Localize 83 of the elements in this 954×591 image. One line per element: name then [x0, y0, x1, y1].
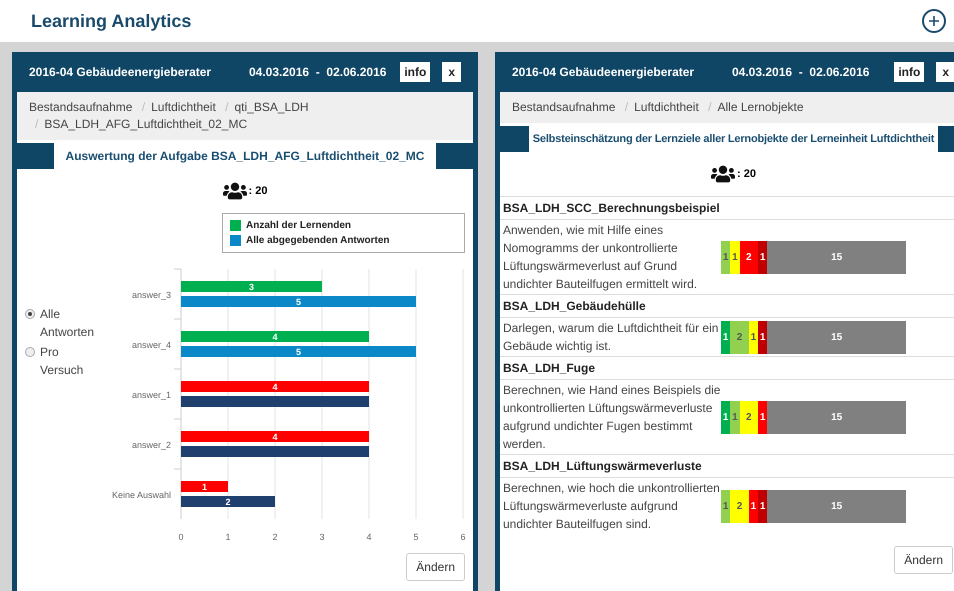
- rating-segment: 15: [767, 400, 906, 434]
- close-button[interactable]: x: [936, 62, 954, 82]
- breadcrumb-link[interactable]: Bestandsaufnahme: [512, 100, 616, 114]
- objective-title: BSA_LDH_SCC_Berechnungsbeispiel: [500, 196, 954, 220]
- info-button[interactable]: info: [400, 62, 430, 82]
- section-title: Selbsteinschätzung der Lernziele aller Lernobjekte der Lerneinheit Luftdichtheit: [528, 126, 938, 152]
- breadcrumb-link[interactable]: Alle Lernobjekte: [718, 100, 804, 114]
- x-tick-label: 4: [366, 532, 372, 542]
- close-button[interactable]: x: [442, 62, 461, 82]
- objective-description: Berechnen, wie Hand eines Beispiels die unkontrollierten Lüftungswärmeverluste aufgrund undichter Fugen bestimmt werden.: [503, 382, 721, 453]
- bar-value: 4: [272, 382, 278, 392]
- radio-option[interactable]: Alle Antworten: [25, 305, 95, 341]
- rating-segment: 15: [767, 320, 906, 354]
- x-tick-label: 6: [460, 532, 466, 542]
- breadcrumb-separator: /: [142, 100, 146, 114]
- radio-option[interactable]: Pro Versuch: [25, 343, 95, 379]
- rating-segment: 2: [740, 400, 758, 434]
- date-range: 04.03.2016 - 02.06.2016: [249, 64, 386, 81]
- bar-value: 1: [202, 482, 207, 492]
- x-tick-label: 0: [178, 532, 184, 542]
- users-icon: [222, 181, 247, 201]
- rating-segment: 15: [767, 240, 906, 274]
- category-label: answer_4: [132, 340, 171, 350]
- bar-value: 5: [296, 347, 301, 357]
- rating-segment: 1: [721, 490, 730, 522]
- rating-segment: 2: [730, 490, 749, 522]
- rating-segment: 1: [730, 400, 740, 434]
- x-tick-label: 1: [226, 532, 230, 542]
- rating-segment: 15: [767, 490, 906, 522]
- participant-count: : 20: [248, 184, 268, 199]
- bar-value: 2: [226, 497, 230, 507]
- change-button[interactable]: Ändern: [894, 546, 953, 574]
- date-range: 04.03.2016 - 02.06.2016: [732, 64, 870, 81]
- breadcrumb-link[interactable]: BSA_LDH_AFG_Luftdichtheit_02_MC: [44, 117, 248, 131]
- plus-icon: [929, 16, 939, 26]
- category-label: answer_2: [132, 440, 171, 450]
- breadcrumb-link[interactable]: Luftdichtheit: [151, 100, 216, 114]
- bar-value: 3: [249, 282, 254, 292]
- breadcrumb-separator: /: [708, 100, 712, 114]
- add-button[interactable]: [922, 9, 946, 33]
- rating-segment: 1: [730, 240, 740, 274]
- breadcrumb-separator: /: [35, 117, 38, 131]
- rating-segment: 2: [740, 240, 758, 274]
- rating-segment: 1: [758, 400, 768, 434]
- category-label: answer_1: [132, 390, 171, 400]
- info-button[interactable]: info: [894, 62, 924, 82]
- objective-title: BSA_LDH_Gebäudehülle: [500, 294, 954, 318]
- rating-segment: 1: [721, 320, 730, 354]
- rating-segment: 2: [730, 320, 749, 354]
- participant-count: : 20: [737, 166, 756, 182]
- x-tick-label: 3: [320, 532, 324, 542]
- objective-title: BSA_LDH_Lüftungswärmeverluste: [500, 454, 954, 478]
- rating-segment: 1: [758, 490, 768, 522]
- rating-segment: 1: [721, 240, 730, 274]
- page-title: Learning Analytics: [31, 10, 192, 33]
- breadcrumb-link[interactable]: qti_BSA_LDH: [234, 100, 309, 114]
- category-label: Keine Auswahl: [112, 490, 171, 500]
- objective-description: Anwenden, wie mit Hilfe eines Nomogramms der unkontrollierte Lüftungswärmeverlust auf Grund undichter Bauteilfugen ermittelt wird.: [503, 222, 698, 293]
- bar-value: 4: [272, 332, 278, 342]
- bar-value: 5: [296, 297, 301, 307]
- bar-value: 4: [272, 432, 278, 442]
- course-name: 2016-04 Gebäudeenergieberater: [29, 64, 212, 81]
- course-name: 2016-04 Gebäudeenergieberater: [512, 64, 696, 81]
- x-tick-label: 2: [272, 532, 278, 542]
- rating-segment: 1: [758, 320, 768, 354]
- rating-segment: 1: [748, 490, 758, 522]
- objective-title: BSA_LDH_Fuge: [500, 356, 954, 380]
- breadcrumb-link[interactable]: Bestandsaufnahme: [29, 100, 132, 114]
- rating-segment: 1: [748, 320, 758, 354]
- breadcrumb-separator: /: [624, 100, 628, 114]
- objective-description: Darlegen, warum die Luftdichtheit für ein Gebäude wichtig ist.: [503, 320, 720, 355]
- legend-label: Anzahl der Lernenden: [246, 219, 352, 233]
- objective-description: Berechnen, wie hoch die unkontrollierten Lüftungswärmeverluste aufgrund undichter Bauteilfugen sind.: [503, 480, 721, 533]
- rating-segment: 1: [758, 240, 768, 274]
- section-title: Auswertung der Aufgabe BSA_LDH_AFG_Luftdichtheit_02_MC: [54, 143, 436, 169]
- breadcrumb-separator: /: [225, 100, 228, 114]
- rating-segment: 1: [721, 400, 730, 434]
- legend-label: Alle abgegebenden Antworten: [246, 234, 390, 248]
- users-icon: [711, 164, 736, 184]
- category-label: answer_3: [132, 290, 171, 300]
- x-tick-label: 5: [414, 532, 418, 542]
- change-button[interactable]: Ändern: [406, 553, 465, 581]
- breadcrumb-link[interactable]: Luftdichtheit: [634, 100, 699, 114]
